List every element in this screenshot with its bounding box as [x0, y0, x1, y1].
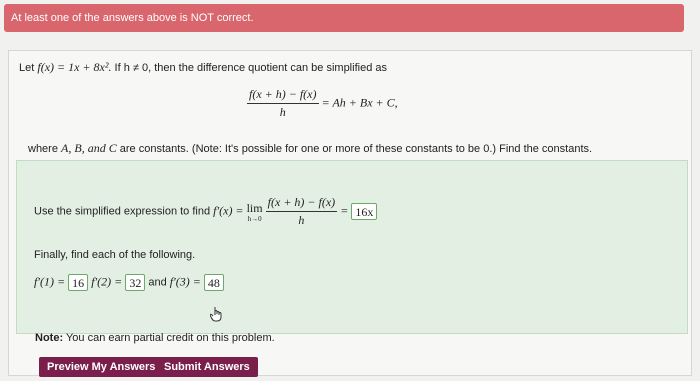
problem-intro: Let f(x) = 1x + 8x². If h ≠ 0, then the … [19, 60, 387, 74]
partial-credit-note: Note: You can earn partial credit on thi… [35, 332, 275, 344]
derivative-row: Use the simplified expression to find f′… [34, 195, 378, 228]
derivative-answer-input[interactable]: 16x [351, 203, 378, 220]
function-definition: f(x) = 1x + 8x². [37, 60, 112, 74]
evaluate-answers: f′(1) = 16 f′(2) = 32 and f′(3) = 48 [34, 274, 224, 291]
constants-description: where A, B, and C are constants. (Note: … [28, 141, 593, 155]
evaluate-prompt: Finally, find each of the following. [34, 249, 196, 261]
submit-answers-button[interactable]: Submit Answers [156, 357, 258, 377]
f-prime-3-input[interactable]: 48 [203, 274, 224, 291]
answer-section: Use the simplified expression to find f′… [16, 160, 688, 334]
preview-answers-button[interactable]: Preview My Answers [39, 357, 164, 377]
f-prime-1-input[interactable]: 16 [68, 274, 89, 291]
difference-quotient: f(x + h) − f(x) h = Ah + Bx + C, [247, 87, 398, 119]
hand-cursor-icon [210, 307, 222, 322]
alert-text: At least one of the answers above is NOT… [11, 12, 254, 24]
error-alert: At least one of the answers above is NOT… [4, 4, 684, 32]
problem-panel: Let f(x) = 1x + 8x². If h ≠ 0, then the … [8, 50, 692, 377]
f-prime-2-input[interactable]: 32 [125, 274, 146, 291]
